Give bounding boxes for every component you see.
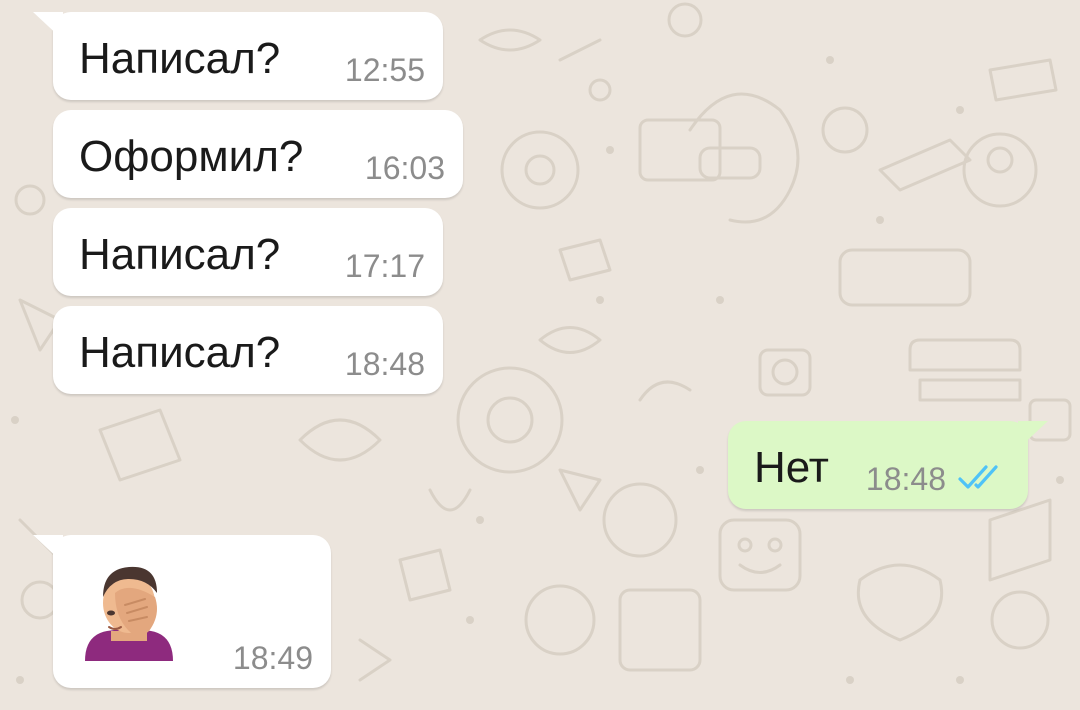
message-text: Написал?	[79, 328, 281, 377]
bubble-tail	[33, 535, 63, 563]
message-bubble[interactable]: Написал? 18:48	[53, 306, 443, 394]
bubble-tail	[1018, 421, 1048, 449]
message-bubble[interactable]: Написал? 17:17	[53, 208, 443, 296]
message-bubble-outgoing[interactable]: Нет 18:48	[728, 421, 1048, 509]
message-text: Оформил?	[79, 132, 304, 181]
message-time: 18:48	[865, 461, 946, 497]
chat-area: Написал? 12:55 Оформил? 16:03 Написал? 1…	[0, 0, 1080, 710]
facepalm-emoji	[85, 566, 173, 661]
message-bubble[interactable]: Написал? 12:55	[33, 12, 443, 100]
message-time: 18:49	[232, 640, 313, 676]
message-bubble-emoji[interactable]: 18:49	[33, 535, 331, 688]
message-time: 17:17	[344, 248, 425, 284]
message-time: 16:03	[364, 150, 445, 186]
message-time: 18:48	[344, 346, 425, 382]
message-bubble[interactable]: Оформил? 16:03	[53, 110, 463, 198]
bubble-tail	[33, 12, 63, 40]
message-time: 12:55	[344, 52, 425, 88]
message-text: Написал?	[79, 230, 281, 279]
message-text: Написал?	[79, 34, 281, 83]
message-text: Нет	[754, 443, 829, 492]
double-check-icon	[958, 465, 998, 489]
